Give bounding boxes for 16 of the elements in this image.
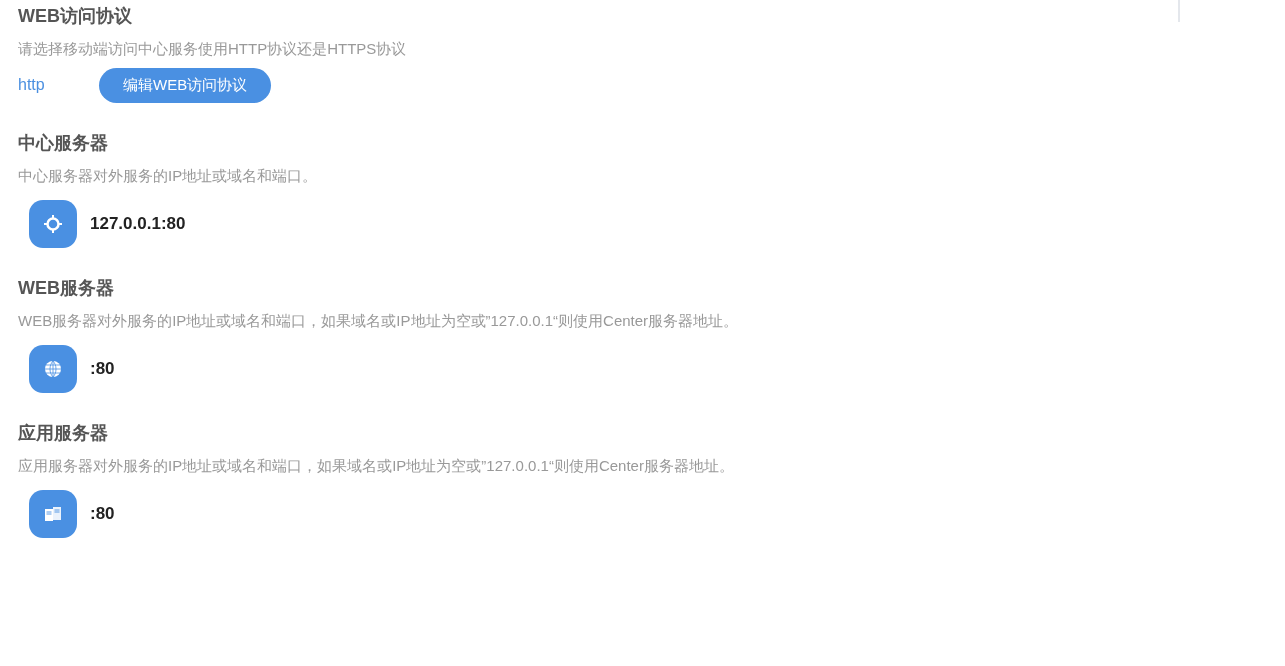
target-icon (44, 214, 62, 233)
protocol-link[interactable]: http (18, 73, 99, 98)
section-title: WEB服务器 (18, 276, 115, 300)
section-title: 应用服务器 (18, 421, 109, 445)
edit-protocol-button[interactable]: 编辑WEB访问协议 (99, 68, 272, 103)
section-description: 请选择移动端访问中心服务使用HTTP协议还是HTTPS协议 (18, 39, 408, 59)
section-title: 中心服务器 (18, 131, 109, 155)
section-description: WEB服务器对外服务的IP地址或域名和端口，如果域名或IP地址为空或”127.0.0.1“则使用Center服务器地址。 (18, 310, 740, 331)
section-title: WEB访问协议 (18, 5, 133, 28)
address-value: 127.0.0.1:80 (90, 212, 186, 235)
address-value: :80 (90, 502, 115, 525)
section-description: 中心服务器对外服务的IP地址或域名和端口。 (18, 165, 319, 186)
section-description: 应用服务器对外服务的IP地址或域名和端口，如果域名或IP地址为空或”127.0.0.1“则使用Center服务器地址。 (18, 455, 735, 476)
globe-icon (44, 359, 62, 378)
server-icon (44, 504, 62, 523)
address-value: :80 (90, 357, 115, 380)
